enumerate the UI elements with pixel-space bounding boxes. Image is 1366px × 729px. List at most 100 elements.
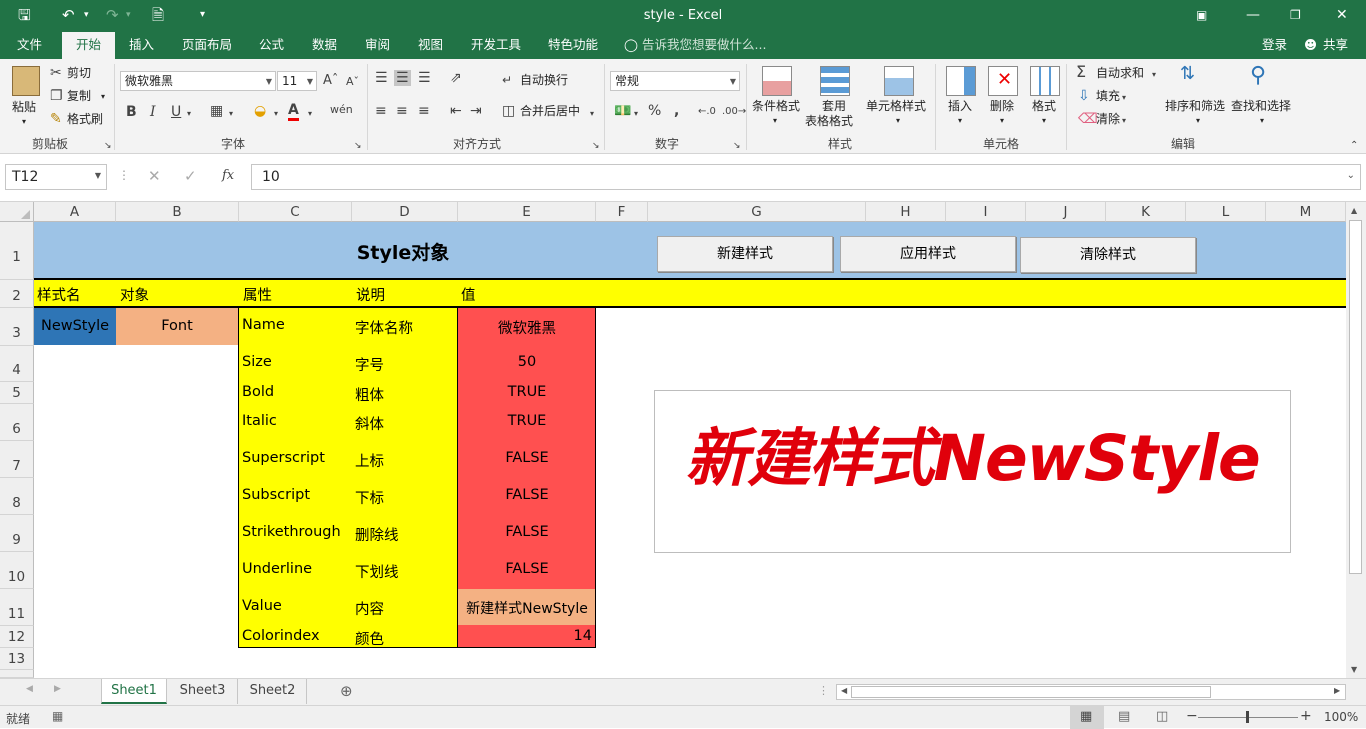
- paste-icon[interactable]: [12, 66, 40, 96]
- property-name[interactable]: Subscript: [242, 487, 310, 503]
- row-header[interactable]: 6: [0, 404, 34, 441]
- insert-function-icon[interactable]: fx: [222, 168, 234, 183]
- scroll-down-icon[interactable]: ▼: [1351, 665, 1357, 674]
- select-all-corner[interactable]: [0, 202, 34, 222]
- add-sheet-icon[interactable]: ⊕: [340, 682, 353, 700]
- sign-in-link[interactable]: 登录: [1262, 37, 1287, 53]
- font-name-select[interactable]: 微软雅黑 ▼: [120, 71, 276, 91]
- row-header[interactable]: 4: [0, 346, 34, 382]
- property-desc[interactable]: 下划线: [355, 561, 399, 582]
- paste-dropdown-icon[interactable]: ▾: [22, 114, 26, 129]
- zoom-out-icon[interactable]: −: [1186, 708, 1198, 724]
- font-color-dropdown-icon[interactable]: ▾: [308, 106, 312, 122]
- page-break-view-icon[interactable]: ◫: [1156, 709, 1168, 724]
- tab-view[interactable]: 视图: [418, 37, 443, 53]
- tab-file[interactable]: 文件: [17, 37, 42, 53]
- vertical-scrollbar[interactable]: ▲ ▼: [1346, 202, 1366, 678]
- alignment-launcher-icon[interactable]: ↘: [592, 138, 600, 154]
- column-header[interactable]: J: [1026, 202, 1106, 222]
- property-desc[interactable]: 斜体: [355, 413, 384, 434]
- property-desc[interactable]: 删除线: [355, 524, 399, 545]
- insert-cells-icon[interactable]: [946, 66, 976, 96]
- property-desc[interactable]: 内容: [355, 598, 384, 619]
- fill-color-icon[interactable]: ◒: [254, 103, 266, 119]
- delete-cells-button[interactable]: 删除: [990, 99, 1014, 114]
- underline-button[interactable]: U: [171, 104, 181, 120]
- row-header[interactable]: 5: [0, 382, 34, 404]
- property-desc[interactable]: 上标: [355, 450, 384, 471]
- row-header[interactable]: 11: [0, 589, 34, 626]
- row-header[interactable]: 13: [0, 648, 34, 670]
- row-header[interactable]: 2: [0, 280, 34, 308]
- font-color-icon[interactable]: A: [288, 102, 299, 121]
- column-header[interactable]: M: [1266, 202, 1346, 222]
- minimize-icon[interactable]: —: [1246, 6, 1260, 24]
- row-header[interactable]: [0, 670, 34, 678]
- align-center-icon[interactable]: ≡: [396, 103, 408, 119]
- sheet-tab[interactable]: Sheet3: [168, 679, 238, 704]
- property-desc[interactable]: 字号: [355, 354, 384, 375]
- scroll-right-icon[interactable]: ▶: [1334, 686, 1340, 695]
- row-header[interactable]: 12: [0, 626, 34, 648]
- increase-decimal-icon[interactable]: ←.0: [698, 104, 716, 120]
- conditional-dropdown-icon[interactable]: ▾: [773, 113, 777, 128]
- tab-insert[interactable]: 插入: [129, 37, 154, 53]
- property-name[interactable]: Colorindex: [242, 628, 320, 644]
- insert-cells-button[interactable]: 插入: [948, 99, 972, 114]
- object-cell[interactable]: Font: [116, 308, 238, 345]
- format-table-label-2[interactable]: 表格格式: [805, 114, 853, 129]
- print-preview-icon[interactable]: 🗎: [152, 6, 164, 24]
- copy-dropdown-icon[interactable]: ▾: [101, 89, 105, 104]
- font-shrink-icon[interactable]: Aˇ: [346, 74, 359, 90]
- style-preview-box[interactable]: 新建样式NewStyle: [654, 390, 1291, 553]
- redo-icon[interactable]: ↷: [106, 6, 119, 24]
- tab-review[interactable]: 审阅: [365, 37, 390, 53]
- column-header[interactable]: C: [239, 202, 352, 222]
- sort-filter-icon[interactable]: ⇅: [1180, 65, 1195, 83]
- redo-dropdown-icon[interactable]: ▾: [126, 6, 131, 24]
- autosum-button[interactable]: 自动求和: [1096, 66, 1144, 81]
- font-launcher-icon[interactable]: ↘: [354, 138, 362, 154]
- horizontal-scroll-thumb[interactable]: [851, 686, 1211, 698]
- tab-developer[interactable]: 开发工具: [471, 37, 521, 53]
- name-box[interactable]: T12 ▼: [5, 164, 107, 190]
- indent-increase-icon[interactable]: ⇥: [470, 103, 482, 119]
- row-header[interactable]: 10: [0, 552, 34, 589]
- property-name[interactable]: Strikethrough: [242, 524, 341, 540]
- row-header[interactable]: 7: [0, 441, 34, 478]
- expand-formula-icon[interactable]: ⌄: [1347, 170, 1355, 181]
- property-value[interactable]: TRUE: [458, 413, 596, 429]
- paste-button[interactable]: 粘贴: [12, 100, 36, 115]
- column-header[interactable]: F: [596, 202, 648, 222]
- tab-data[interactable]: 数据: [312, 37, 337, 53]
- phonetic-icon[interactable]: wén: [330, 102, 353, 118]
- decrease-decimal-icon[interactable]: .00→: [722, 104, 746, 120]
- property-value[interactable]: 50: [458, 354, 596, 370]
- indent-decrease-icon[interactable]: ⇤: [450, 103, 462, 119]
- border-icon[interactable]: ▦: [210, 103, 223, 119]
- property-desc[interactable]: 粗体: [355, 384, 384, 405]
- cancel-icon[interactable]: ✕: [148, 167, 161, 185]
- worksheet[interactable]: A B C D E F G H I J K L M 1 2 3 4 5 6 7 …: [0, 202, 1346, 678]
- tab-split-grip-icon[interactable]: ⋮: [818, 684, 829, 697]
- new-style-button[interactable]: 新建样式: [657, 236, 833, 272]
- insert-dropdown-icon[interactable]: ▾: [958, 113, 962, 128]
- tab-special[interactable]: 特色功能: [548, 37, 598, 53]
- sort-filter-button[interactable]: 排序和筛选: [1165, 99, 1225, 114]
- format-cells-icon[interactable]: [1030, 66, 1060, 96]
- zoom-level[interactable]: 100%: [1324, 710, 1358, 724]
- undo-dropdown-icon[interactable]: ▾: [84, 6, 89, 24]
- orientation-icon[interactable]: ⇗: [450, 70, 462, 86]
- row-header[interactable]: 1: [0, 222, 34, 280]
- fill-dropdown-icon[interactable]: ▾: [1122, 90, 1126, 106]
- currency-icon[interactable]: 💵: [614, 103, 631, 119]
- tell-me-search[interactable]: 告诉我您想要做什么...: [642, 37, 766, 53]
- close-icon[interactable]: ✕: [1336, 6, 1348, 24]
- copy-button[interactable]: 复制: [67, 89, 91, 104]
- property-value[interactable]: 14: [458, 628, 592, 644]
- property-name[interactable]: Italic: [242, 413, 277, 429]
- column-header[interactable]: L: [1186, 202, 1266, 222]
- font-grow-icon[interactable]: Aˆ: [323, 73, 338, 89]
- column-header[interactable]: E: [458, 202, 596, 222]
- tab-formulas[interactable]: 公式: [259, 37, 284, 53]
